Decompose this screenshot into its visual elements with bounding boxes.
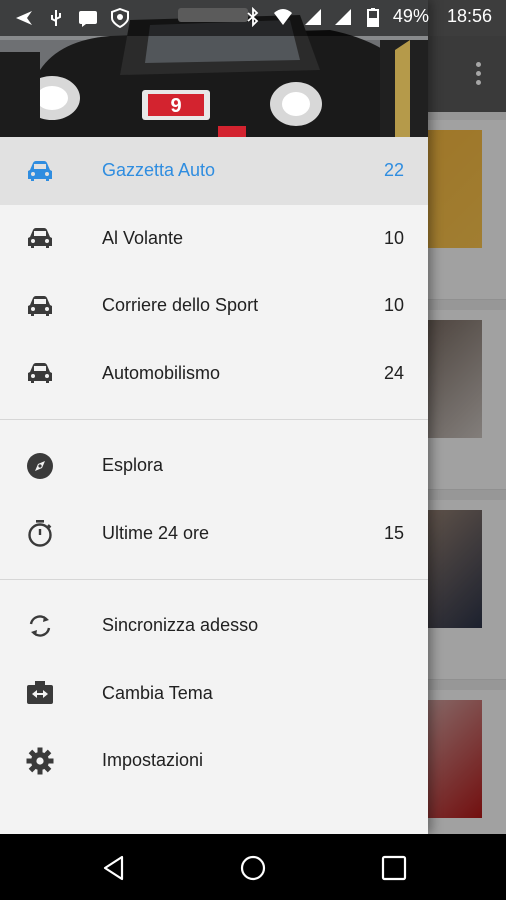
drawer-item-label: Gazzetta Auto [102,160,216,181]
unread-count: 10 [383,227,404,248]
drawer-item-label: Sincronizza adesso [102,615,259,636]
drawer-item-label: Corriere dello Sport [102,295,259,316]
theme-icon [26,679,54,707]
drawer-item-gazzetta-auto[interactable]: Gazzetta Auto 22 [0,137,428,205]
drawer-item-label: Automobilismo [102,362,221,383]
divider [0,419,428,420]
drawer-item-change-theme[interactable]: Cambia Tema [0,660,428,728]
drawer-item-label: Al Volante [102,227,184,248]
drawer-item-settings[interactable]: Impostazioni [0,727,428,795]
clock: 18:56 [446,6,492,26]
drawer-item-automobilismo[interactable]: Automobilismo 24 [0,340,428,408]
recents-icon[interactable] [380,854,408,882]
car-icon [26,292,54,320]
system-navigation-bar [0,834,506,900]
drawer-item-corriere-dello-sport[interactable]: Corriere dello Sport 10 [0,272,428,340]
settings-icon [26,747,54,775]
home-icon[interactable] [239,854,267,882]
drawer-item-label: Ultime 24 ore [102,522,210,543]
wifi-icon [273,8,292,25]
send-icon [16,11,32,25]
unread-count: 10 [383,295,404,316]
drawer-item-label: Esplora [102,455,164,476]
battery-icon [366,7,379,27]
shield-icon [111,8,129,28]
svg-text:9: 9 [170,95,181,117]
drawer-item-al-volante[interactable]: Al Volante 10 [0,205,428,273]
signal-icon [304,8,321,25]
unread-count: 15 [383,522,404,543]
sync-icon [26,612,54,640]
drawer-item-ultime-24-ore[interactable]: Ultime 24 ore 15 [0,500,428,568]
unread-count: 22 [383,160,404,181]
status-bar: 49% 18:56 [0,0,506,36]
navigation-drawer: 9 Gazzetta Auto 22 Al Volante 10 Corrier… [0,0,428,834]
car-icon [26,359,54,387]
car-icon [26,224,54,252]
drawer-item-esplora[interactable]: Esplora [0,432,428,500]
compass-icon [26,452,54,480]
car-icon [26,157,54,185]
bluetooth-icon [247,6,259,27]
usb-icon [51,10,61,26]
battery-percent: 49% [392,6,429,26]
notification-icon [79,11,97,27]
drawer-item-label: Cambia Tema [102,682,213,703]
drawer-item-label: Impostazioni [102,750,204,771]
signal-icon [334,8,351,25]
drawer-menu: Gazzetta Auto 22 Al Volante 10 Corriere … [0,137,428,795]
drawer-item-sync-now[interactable]: Sincronizza adesso [0,592,428,660]
divider [0,579,428,580]
back-icon[interactable] [100,854,128,882]
unread-count: 24 [383,362,404,383]
stopwatch-icon [26,519,54,547]
